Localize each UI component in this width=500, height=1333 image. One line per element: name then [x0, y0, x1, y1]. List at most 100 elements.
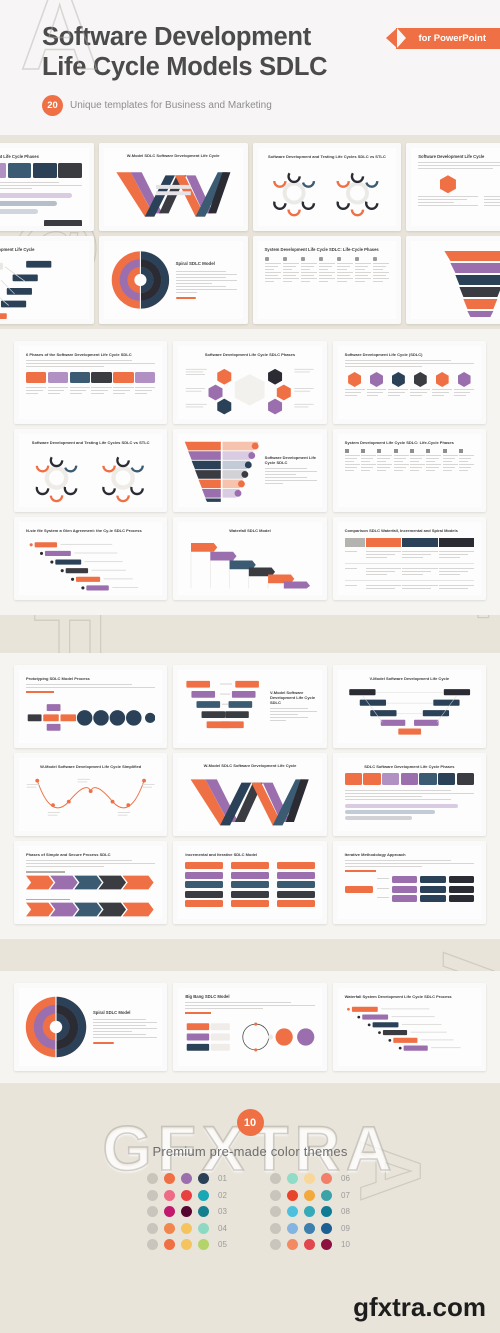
- swatch: [287, 1189, 298, 1201]
- slide-card[interactable]: V-Model Software Development Life Cycle …: [173, 665, 327, 748]
- swatch: [321, 1206, 332, 1217]
- swatch: [287, 1206, 298, 1217]
- thumbnail-row: Software Development and Testing Life Cy…: [14, 429, 486, 517]
- thumbnail-row: N-ste file System в Glen Agreement: the …: [14, 517, 486, 605]
- section-gallery-3: Prototyping SDLC Model Process V-Model S…: [0, 653, 500, 939]
- spiral-graphic: [25, 995, 87, 1059]
- slide-title: System Development Life Cycle SDLC: Life…: [264, 247, 379, 252]
- theme-number: 03: [218, 1207, 227, 1216]
- theme-row[interactable]: 04: [147, 1222, 230, 1234]
- slide-title: System Development Life Cycle SDLC: Life…: [344, 440, 454, 445]
- swatch: [147, 1173, 158, 1184]
- slide-card[interactable]: Software Development Life Cycle SDLC Pha…: [173, 341, 327, 424]
- slide-card[interactable]: Big Bang SDLC Model: [173, 983, 327, 1071]
- swatch: [147, 1239, 158, 1250]
- slide-title: V-Model Software Development Life Cycle: [369, 676, 450, 681]
- slide-card[interactable]: Agile Software Development Life Cycle: [0, 236, 94, 324]
- slide-card[interactable]: W-Model Software Development Life Cycle …: [14, 753, 168, 836]
- theme-row[interactable]: 02: [147, 1189, 230, 1201]
- theme-row[interactable]: 10: [270, 1239, 353, 1250]
- swatch: [164, 1239, 175, 1250]
- slide-title: Comparison SDLC Waterfall, Incremental a…: [344, 528, 458, 533]
- thumbnail-row: 6 Phases of the Software Development Lif…: [14, 341, 486, 429]
- slide-card[interactable]: 6 Phases of the Software Development Lif…: [14, 341, 168, 424]
- slide-card[interactable]: Spiral SDLC Model: [98, 236, 248, 324]
- slide-card[interactable]: V-Model Software Development Life Cycle: [332, 665, 486, 748]
- theme-number: 07: [341, 1190, 350, 1200]
- chevron-row-graphic: [26, 902, 154, 917]
- swatch: [164, 1173, 175, 1184]
- slide-title: Software Development Life Cycle SDLC Pha…: [204, 352, 296, 357]
- page-subtitle: Unique templates for Business and Market…: [70, 100, 272, 111]
- slide-card[interactable]: Software Development Life Cycle Phases: [0, 143, 94, 231]
- slide-card[interactable]: SDLC Software Development Life Cycle Pha…: [332, 753, 486, 836]
- section-gallery-2: 6 Phases of the Software Development Lif…: [0, 329, 500, 615]
- theme-row[interactable]: 09: [270, 1222, 353, 1234]
- slide-title: Software Development and Testing Life Cy…: [268, 154, 386, 159]
- thumbnail-row: Phases of Simple and Secure Process SDLC: [14, 841, 486, 929]
- funnel-graphic: [444, 251, 500, 317]
- swatch: [164, 1222, 175, 1234]
- slide-card[interactable]: Software Development Life Cycle: [406, 143, 500, 231]
- swatch: [181, 1173, 192, 1184]
- slide-title: Spiral SDLC Model: [175, 261, 215, 267]
- swatch: [287, 1222, 298, 1234]
- slide-card[interactable]: Incremental and Iterative SDLC Model: [173, 841, 327, 924]
- theme-row[interactable]: 03: [147, 1206, 230, 1217]
- slide-title: Waterfall SDLC Model: [229, 528, 271, 533]
- swatch: [287, 1173, 298, 1184]
- theme-row[interactable]: 07: [270, 1189, 353, 1201]
- process-circles-graphic: [27, 704, 156, 731]
- theme-row[interactable]: 05: [147, 1239, 230, 1250]
- slide-card[interactable]: Software Development and Testing Life Cy…: [252, 143, 402, 231]
- slide-title: V-Model Software Development Life Cycle …: [269, 690, 316, 705]
- slide-card[interactable]: [406, 236, 500, 324]
- thumbnail-row: Spiral SDLC Model Big Bang SDLC Model Wa…: [14, 983, 486, 1071]
- slide-title: Software Development Life Cycle: [418, 154, 485, 159]
- swatch: [270, 1189, 281, 1201]
- swatch: [321, 1173, 332, 1184]
- slide-card[interactable]: Waterfall System Development Life Cycle …: [332, 983, 486, 1071]
- w-curve-graphic: [26, 778, 155, 816]
- theme-row[interactable]: 01: [147, 1173, 230, 1184]
- big-bang-graphic: [187, 1022, 315, 1052]
- thumbnail-row: Prototyping SDLC Model Process V-Model S…: [14, 665, 486, 753]
- swatch: [198, 1222, 209, 1234]
- theme-row[interactable]: 08: [270, 1206, 353, 1217]
- theme-row[interactable]: 06: [270, 1173, 353, 1184]
- swatch: [164, 1206, 175, 1217]
- slide-title: W-Model SDLC Software Development Life C…: [203, 763, 297, 768]
- slide-card[interactable]: Spiral SDLC Model: [14, 983, 168, 1071]
- funnel-graphic: [185, 441, 259, 502]
- slide-card[interactable]: Iterative Methodology Approach: [332, 841, 486, 924]
- slide-title: Software Development Life Cycle SDLC: [264, 455, 316, 465]
- thumbnail-row: Agile Software Development Life Cycle: [0, 236, 500, 329]
- theme-number: 08: [341, 1207, 350, 1216]
- slide-card[interactable]: W-Model SDLC Software Development Life C…: [173, 753, 327, 836]
- swatch: [181, 1189, 192, 1201]
- slide-card[interactable]: Phases of Simple and Secure Process SDLC: [14, 841, 168, 924]
- slide-title: Big Bang SDLC Model: [185, 994, 230, 999]
- flow-diagram-graphic: [0, 261, 52, 319]
- slide-card[interactable]: Prototyping SDLC Model Process: [14, 665, 168, 748]
- slide-card[interactable]: Software Development Life Cycle (SDLC): [332, 341, 486, 424]
- slide-card[interactable]: Software Development and Testing Life Cy…: [14, 429, 168, 512]
- swatch: [181, 1222, 192, 1234]
- slide-card[interactable]: Comparison SDLC Waterfall, Incremental a…: [332, 517, 486, 600]
- swatch: [304, 1239, 315, 1250]
- slide-card[interactable]: Waterfall SDLC Model: [173, 517, 327, 600]
- dual-donut-graphic: [272, 169, 378, 217]
- slide-title: Software Development Life Cycle Phases: [0, 154, 39, 159]
- chevron-row-graphic: [26, 875, 154, 889]
- slide-card[interactable]: Software Development Life Cycle SDLC: [173, 429, 327, 512]
- slide-title: Incremental and Iterative SDLC Model: [185, 852, 258, 857]
- slide-card[interactable]: W-Model SDLC Software Development Life C…: [98, 143, 248, 231]
- slide-card[interactable]: System Development Life Cycle SDLC: Life…: [252, 236, 402, 324]
- page-title-line1: Software Development: [42, 23, 311, 51]
- slide-title: 6 Phases of the Software Development Lif…: [26, 352, 132, 357]
- swatch: [147, 1189, 158, 1201]
- slide-card[interactable]: System Development Life Cycle SDLC: Life…: [332, 429, 486, 512]
- page-title: Software Development Life Cycle Models S…: [42, 22, 372, 82]
- slide-card[interactable]: N-ste file System в Glen Agreement: the …: [14, 517, 168, 600]
- section-gallery-4: Spiral SDLC Model Big Bang SDLC Model Wa…: [0, 971, 500, 1083]
